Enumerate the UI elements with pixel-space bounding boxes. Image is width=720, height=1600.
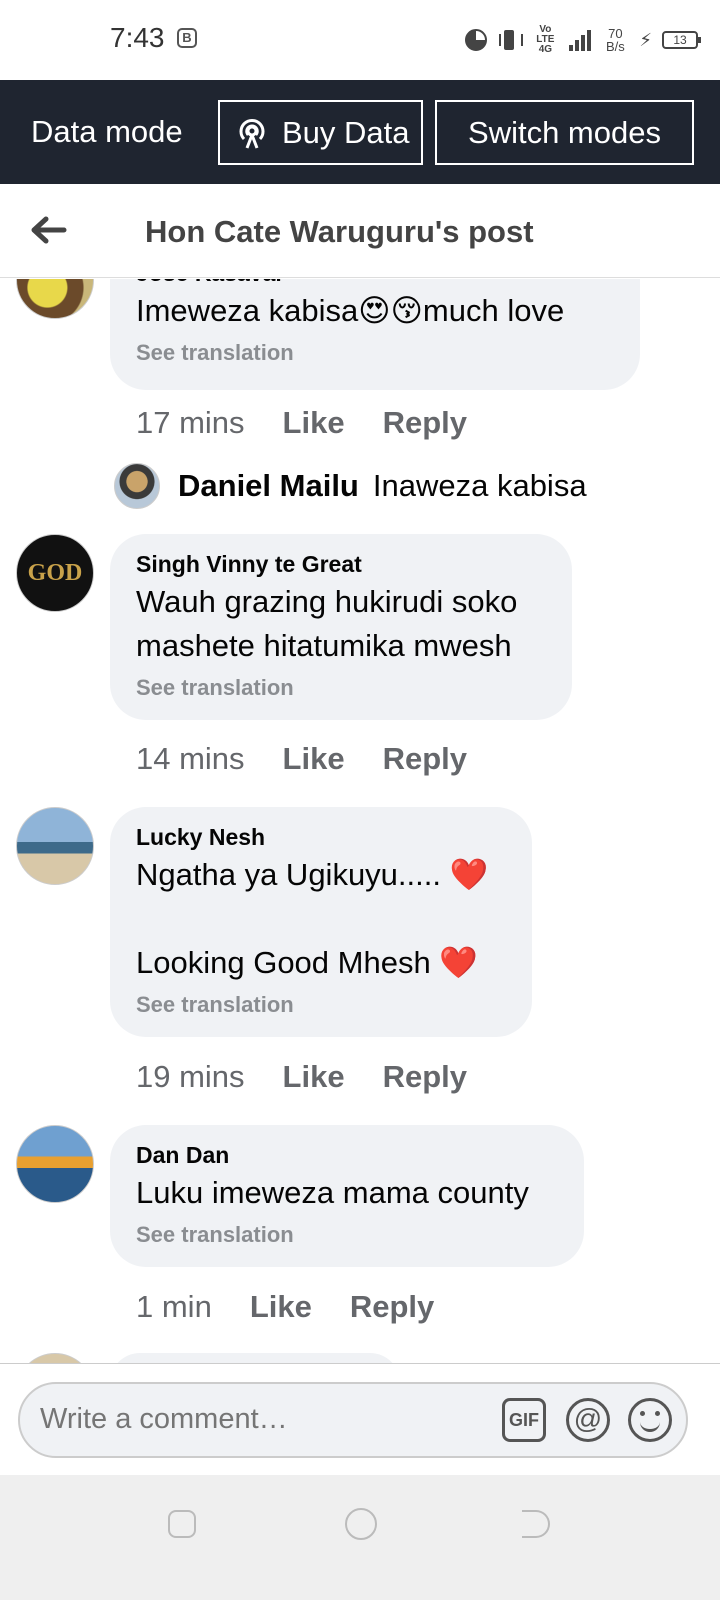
- post-header: Hon Cate Waruguru's post: [0, 184, 720, 278]
- broadcast-icon: [239, 118, 265, 149]
- system-nav-bar: [0, 1475, 720, 1600]
- emoji-icon[interactable]: [628, 1398, 672, 1442]
- see-translation-link[interactable]: See translation: [136, 672, 546, 704]
- comment-input-container[interactable]: GIF @: [18, 1382, 688, 1458]
- comment-text: Luku imeweza mama county: [136, 1175, 529, 1210]
- comment-actions: 1 min Like Reply: [136, 1289, 434, 1325]
- avatar-logo: GOD: [27, 559, 83, 586]
- switch-modes-label: Switch modes: [468, 114, 661, 150]
- comment-actions: 19 mins Like Reply: [136, 1059, 467, 1095]
- comment-time: 1 min: [136, 1289, 212, 1324]
- comment-input[interactable]: [40, 1403, 480, 1436]
- avatar[interactable]: [16, 279, 94, 319]
- comment-actions: 14 mins Like Reply: [136, 741, 467, 777]
- back-button[interactable]: [28, 210, 68, 250]
- home-icon[interactable]: [345, 1508, 377, 1540]
- signal-icon: [569, 29, 592, 51]
- avatar[interactable]: [114, 463, 160, 509]
- see-translation-link[interactable]: See translation: [136, 989, 506, 1021]
- status-bar: 7:43 B Vo LTE 4G 70 B/s ⚡ 13: [0, 0, 720, 80]
- mention-icon[interactable]: @: [566, 1398, 610, 1442]
- comment-text: Imeweza kabisa😍😚much love: [136, 293, 565, 328]
- like-button[interactable]: Like: [283, 741, 345, 777]
- network-speed: 70 B/s: [605, 26, 625, 54]
- avatar[interactable]: GOD: [16, 534, 94, 612]
- comment-list[interactable]: Jose Kasaval Imeweza kabisa😍😚much love S…: [0, 279, 720, 1363]
- battery-icon: 13: [662, 31, 701, 49]
- reply-button[interactable]: Reply: [383, 1059, 467, 1095]
- reply-preview[interactable]: Daniel Mailu Inaweza kabisa: [114, 463, 587, 509]
- avatar[interactable]: [16, 1125, 94, 1203]
- comment-bubble[interactable]: Jose Kasaval Imeweza kabisa😍😚much love S…: [110, 279, 640, 390]
- network-type-label: Vo LTE 4G: [536, 24, 555, 55]
- recents-icon[interactable]: [168, 1510, 196, 1538]
- avatar[interactable]: [16, 807, 94, 885]
- see-translation-link[interactable]: See translation: [136, 1219, 558, 1251]
- gif-icon[interactable]: GIF: [502, 1398, 546, 1442]
- comment-bubble[interactable]: [110, 1353, 400, 1363]
- comment-time: 17 mins: [136, 405, 245, 440]
- comment-bubble[interactable]: Lucky Nesh Ngatha ya Ugikuyu..... ❤️ Loo…: [110, 807, 532, 1037]
- comment-text: Wauh grazing hukirudi soko mashete hitat…: [136, 584, 518, 663]
- switch-modes-button[interactable]: Switch modes: [435, 100, 694, 165]
- comment-bubble[interactable]: Dan Dan Luku imeweza mama county See tra…: [110, 1125, 584, 1267]
- comment-composer: GIF @: [0, 1363, 720, 1475]
- status-icons: Vo LTE 4G 70 B/s ⚡ 13: [465, 24, 701, 56]
- buy-data-button[interactable]: Buy Data: [218, 100, 423, 165]
- buy-data-label: Buy Data: [282, 114, 410, 150]
- vibrate-icon: [497, 28, 524, 52]
- page-title: Hon Cate Waruguru's post: [145, 214, 534, 249]
- comment-time: 19 mins: [136, 1059, 245, 1094]
- comment-author[interactable]: Lucky Nesh: [136, 821, 506, 853]
- reply-button[interactable]: Reply: [383, 741, 467, 777]
- status-time: 7:43: [110, 22, 165, 53]
- comment-actions: 17 mins Like Reply: [136, 405, 467, 441]
- reply-text: Inaweza kabisa: [372, 468, 587, 503]
- comment-time: 14 mins: [136, 741, 245, 776]
- comment-text: Ngatha ya Ugikuyu..... ❤️ Looking Good M…: [136, 857, 489, 980]
- back-arrow-icon: [31, 216, 67, 244]
- like-button[interactable]: Like: [250, 1289, 312, 1325]
- reply-button[interactable]: Reply: [383, 405, 467, 441]
- reply-author[interactable]: Daniel Mailu: [178, 468, 359, 504]
- comment-author[interactable]: Jose Kasaval: [136, 279, 614, 289]
- data-mode-bar: Data mode Buy Data Switch modes: [0, 80, 720, 184]
- like-button[interactable]: Like: [283, 1059, 345, 1095]
- charging-icon: ⚡: [639, 29, 652, 50]
- comment-author[interactable]: Singh Vinny te Great: [136, 548, 546, 580]
- like-button[interactable]: Like: [283, 405, 345, 441]
- avatar[interactable]: [16, 1353, 94, 1363]
- see-translation-link[interactable]: See translation: [136, 337, 614, 369]
- reply-button[interactable]: Reply: [350, 1289, 434, 1325]
- comment-bubble[interactable]: Singh Vinny te Great Wauh grazing hukiru…: [110, 534, 572, 720]
- data-mode-title: Data mode: [31, 114, 183, 149]
- comment-author[interactable]: Dan Dan: [136, 1139, 558, 1171]
- data-saver-icon: [465, 29, 488, 51]
- notification-badge-icon: B: [177, 28, 197, 48]
- back-nav-icon[interactable]: [522, 1510, 550, 1538]
